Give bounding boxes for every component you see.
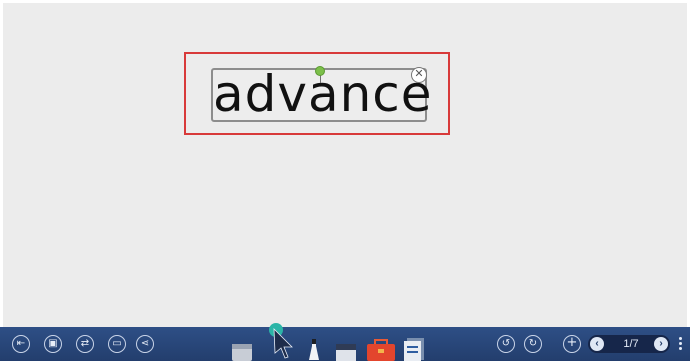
- pen-tool-icon[interactable]: [304, 338, 322, 360]
- switch-icon[interactable]: ⇄: [76, 335, 94, 353]
- redo-icon[interactable]: ↻: [524, 335, 542, 353]
- top-edge: [0, 0, 690, 3]
- share-icon[interactable]: ⋖: [136, 335, 154, 353]
- previous-page-icon[interactable]: ‹: [590, 337, 604, 351]
- next-page-icon[interactable]: ›: [654, 337, 668, 351]
- undo-icon[interactable]: ↺: [497, 335, 515, 353]
- page-indicator: 1/7: [623, 338, 639, 350]
- record-icon[interactable]: ▭: [108, 335, 126, 353]
- toolbox-icon[interactable]: [366, 339, 396, 361]
- rotate-handle[interactable]: [315, 66, 325, 76]
- marker-tool-icon[interactable]: [335, 341, 357, 361]
- eraser-tool-icon[interactable]: [230, 342, 256, 361]
- left-edge: [0, 0, 3, 327]
- rotate-handle-stem: [320, 75, 321, 83]
- save-icon[interactable]: ▣: [44, 335, 62, 353]
- text-object[interactable]: advance ✕: [211, 65, 432, 123]
- add-page-icon[interactable]: +: [563, 335, 581, 353]
- page-navigator: ‹ 1/7 ›: [588, 335, 670, 353]
- document-icon[interactable]: [403, 337, 429, 361]
- more-menu-icon[interactable]: [679, 335, 683, 353]
- close-icon[interactable]: ✕: [411, 67, 427, 83]
- bottom-toolbar: ⇤ ▣ ⇄ ▭ ⋖ ↺ ↻ + ‹ 1/7 ›: [0, 323, 690, 361]
- exit-icon[interactable]: ⇤: [12, 335, 30, 353]
- pointer-tool-icon[interactable]: [266, 319, 296, 359]
